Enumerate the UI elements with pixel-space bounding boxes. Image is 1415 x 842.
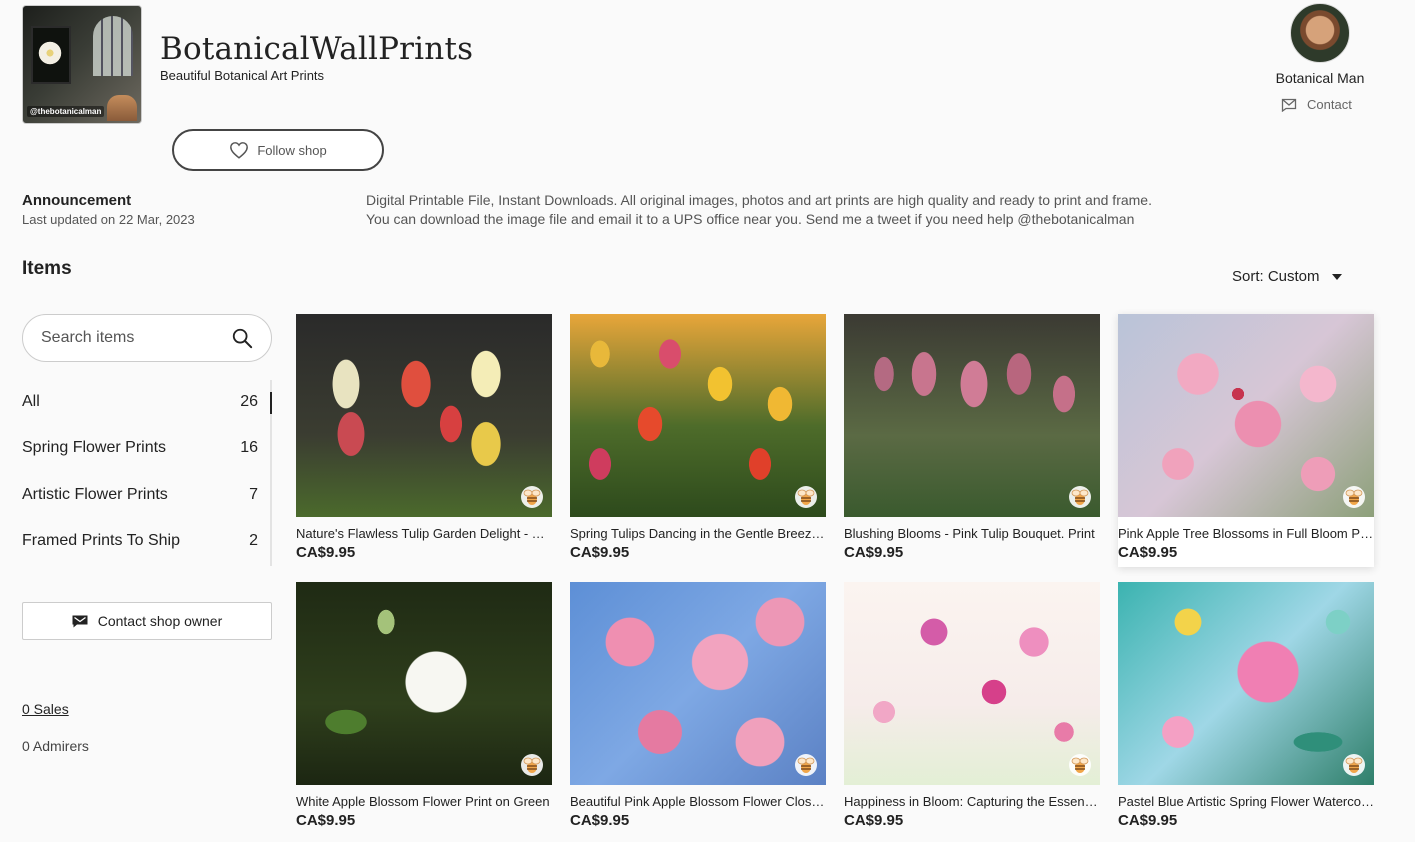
bestseller-bee-icon	[521, 486, 543, 508]
logo-owner-photo	[107, 95, 137, 121]
logo-handle: @thebotanicalman	[27, 106, 105, 117]
listing-card[interactable]: White Apple Blossom Flower Print on Gree…	[296, 582, 552, 829]
sort-label: Sort: Custom	[1232, 268, 1320, 285]
section-count: 16	[240, 439, 258, 456]
listing-card[interactable]: Pink Apple Tree Blossoms in Full Bloom P…	[1118, 314, 1374, 567]
listing-title[interactable]: White Apple Blossom Flower Print on Gree…	[296, 794, 552, 809]
listing-title[interactable]: Nature's Flawless Tulip Garden Delight -…	[296, 526, 552, 541]
listing-price: CA$9.95	[844, 544, 904, 561]
admirers-count: 0 Admirers	[22, 738, 89, 754]
listing-price: CA$9.95	[570, 812, 630, 829]
section-label: Spring Flower Prints	[22, 439, 167, 456]
listing-card[interactable]: Spring Tulips Dancing in the Gentle Bree…	[570, 314, 826, 561]
section-item-spring-flower-prints[interactable]: Spring Flower Prints 16	[22, 428, 272, 468]
logo-window	[93, 16, 133, 76]
listing-price: CA$9.95	[570, 544, 630, 561]
listing-card[interactable]: Happiness in Bloom: Capturing the Essenc…	[844, 582, 1100, 829]
listing-card[interactable]: Beautiful Pink Apple Blossom Flower Clos…	[570, 582, 826, 829]
section-label: Framed Prints To Ship	[22, 532, 180, 549]
items-title: Items	[22, 258, 72, 279]
section-label: All	[22, 393, 40, 410]
owner-avatar[interactable]	[1290, 3, 1350, 63]
bestseller-bee-icon	[521, 754, 543, 776]
caret-down-icon	[1331, 273, 1342, 280]
heart-icon	[230, 142, 249, 159]
listing-price: CA$9.95	[1118, 544, 1178, 561]
shop-name: BotanicalWallPrints	[160, 31, 474, 67]
sort-dropdown[interactable]: Sort: Custom	[1232, 268, 1342, 285]
section-label: Artistic Flower Prints	[22, 486, 168, 503]
bestseller-bee-icon	[1343, 754, 1365, 776]
announcement-line-2: You can download the image file and emai…	[366, 211, 1135, 227]
listing-title[interactable]: Pink Apple Tree Blossoms in Full Bloom P…	[1118, 526, 1374, 541]
owner-contact-link[interactable]: Contact	[1281, 97, 1352, 112]
listing-title[interactable]: Beautiful Pink Apple Blossom Flower Clos…	[570, 794, 826, 809]
owner-contact-label: Contact	[1307, 97, 1352, 112]
listing-image[interactable]	[296, 582, 552, 785]
announcement-line-1: Digital Printable File, Instant Download…	[366, 192, 1152, 208]
message-icon	[72, 615, 88, 627]
bestseller-bee-icon	[1069, 754, 1091, 776]
shop-tagline: Beautiful Botanical Art Prints	[160, 68, 325, 83]
listing-card[interactable]: Blushing Blooms - Pink Tulip Bouquet. Pr…	[844, 314, 1100, 561]
announcement-text: Digital Printable File, Instant Download…	[366, 191, 1152, 229]
listing-image[interactable]	[1118, 582, 1374, 785]
section-item-artistic-flower-prints[interactable]: Artistic Flower Prints 7	[22, 475, 272, 515]
listing-title[interactable]: Blushing Blooms - Pink Tulip Bouquet. Pr…	[844, 526, 1100, 541]
listing-image[interactable]	[844, 582, 1100, 785]
bestseller-bee-icon	[795, 486, 817, 508]
section-list: All 26 Spring Flower Prints 16 Artistic …	[22, 380, 272, 566]
mail-icon	[1281, 98, 1297, 112]
announcement-updated: Last updated on 22 Mar, 2023	[22, 212, 195, 227]
section-count: 7	[249, 486, 258, 503]
bestseller-bee-icon	[795, 754, 817, 776]
search-icon[interactable]	[231, 327, 253, 349]
listing-image[interactable]	[1118, 314, 1374, 517]
listing-price: CA$9.95	[296, 812, 356, 829]
listing-image[interactable]	[844, 314, 1100, 517]
sales-link[interactable]: 0 Sales	[22, 701, 69, 717]
section-item-framed-prints-to-ship[interactable]: Framed Prints To Ship 2	[22, 521, 272, 561]
contact-shop-owner-button[interactable]: Contact shop owner	[22, 602, 272, 640]
listing-price: CA$9.95	[844, 812, 904, 829]
section-count: 2	[249, 532, 258, 549]
search-box[interactable]	[22, 314, 272, 362]
listing-card[interactable]: Pastel Blue Artistic Spring Flower Water…	[1118, 582, 1374, 829]
listing-image[interactable]	[570, 314, 826, 517]
listing-title[interactable]: Pastel Blue Artistic Spring Flower Water…	[1118, 794, 1374, 809]
section-item-all[interactable]: All 26	[22, 382, 272, 422]
listing-title[interactable]: Happiness in Bloom: Capturing the Essenc…	[844, 794, 1100, 809]
contact-shop-owner-label: Contact shop owner	[97, 613, 223, 629]
bestseller-bee-icon	[1069, 486, 1091, 508]
search-input[interactable]	[41, 329, 221, 347]
follow-shop-button[interactable]: Follow shop	[172, 129, 384, 171]
section-count: 26	[240, 393, 258, 410]
listing-price: CA$9.95	[296, 544, 356, 561]
follow-shop-label: Follow shop	[257, 142, 327, 158]
listing-image[interactable]	[296, 314, 552, 517]
bestseller-bee-icon	[1343, 486, 1365, 508]
logo-flower	[37, 40, 63, 66]
listing-price: CA$9.95	[1118, 812, 1178, 829]
listing-title[interactable]: Spring Tulips Dancing in the Gentle Bree…	[570, 526, 826, 541]
listing-card[interactable]: Nature's Flawless Tulip Garden Delight -…	[296, 314, 552, 561]
announcement-title: Announcement	[22, 192, 132, 209]
listing-image[interactable]	[570, 582, 826, 785]
owner-name[interactable]: Botanical Man	[1265, 70, 1375, 86]
shop-logo[interactable]: @thebotanicalman	[22, 5, 142, 124]
